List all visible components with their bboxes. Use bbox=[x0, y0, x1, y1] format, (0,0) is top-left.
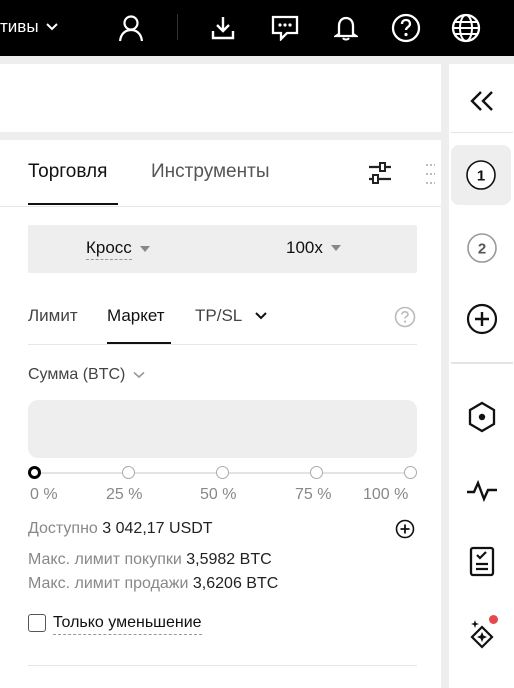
step-1-label: 1 bbox=[477, 168, 485, 185]
rail-hexagon-button[interactable] bbox=[451, 393, 513, 441]
bell-icon[interactable] bbox=[329, 11, 363, 45]
slider-handle[interactable] bbox=[28, 466, 41, 479]
available-value: 3 042,17 USDT bbox=[102, 520, 213, 537]
max-buy-value: 3,5982 BTC bbox=[186, 551, 272, 568]
margin-mode-label: Кросс bbox=[86, 238, 132, 260]
slider-label-100: 100 % bbox=[363, 486, 409, 503]
nav-derivatives-menu[interactable]: тивы bbox=[0, 17, 59, 37]
amount-input[interactable] bbox=[28, 400, 417, 458]
double-chevron-left-icon bbox=[470, 91, 493, 111]
slider-step-50[interactable] bbox=[216, 466, 229, 479]
chevron-down-icon bbox=[133, 371, 145, 379]
nav-derivatives-label: тивы bbox=[0, 17, 39, 36]
amount-unit-select[interactable]: Сумма (BTC) bbox=[28, 366, 145, 384]
step-1-icon: 1 bbox=[466, 160, 496, 190]
user-icon[interactable] bbox=[114, 11, 148, 45]
slider-step-25[interactable] bbox=[122, 466, 135, 479]
slider-label-25: 25 % bbox=[106, 486, 143, 503]
tab-trading[interactable]: Торговля bbox=[28, 161, 107, 183]
max-sell: Макс. лимит продажи 3,6206 BTC bbox=[28, 575, 278, 593]
chevron-down-icon bbox=[45, 23, 58, 31]
hexagon-icon bbox=[468, 401, 496, 433]
rail-rewards-button[interactable] bbox=[451, 610, 513, 658]
plus-circle-icon bbox=[466, 303, 498, 335]
max-buy-label: Макс. лимит покупки bbox=[28, 551, 182, 568]
leverage-label: 100x bbox=[286, 238, 323, 257]
caret-down-icon bbox=[330, 245, 341, 251]
reduce-only-label[interactable]: Только уменьшение bbox=[53, 614, 202, 635]
slider-step-75[interactable] bbox=[310, 466, 323, 479]
clipboard-icon bbox=[469, 546, 495, 577]
add-funds-icon[interactable] bbox=[395, 519, 415, 539]
chat-icon[interactable] bbox=[268, 11, 302, 45]
active-tab-indicator bbox=[28, 203, 118, 205]
margin-mode-select[interactable]: Кросс bbox=[86, 238, 150, 260]
slider-label-0: 0 % bbox=[30, 486, 58, 503]
max-buy: Макс. лимит покупки 3,5982 BTC bbox=[28, 551, 272, 569]
rail-clipboard-button[interactable] bbox=[451, 537, 513, 585]
topbar-divider bbox=[177, 14, 178, 40]
caret-down-icon bbox=[139, 246, 150, 252]
reduce-only-checkbox[interactable] bbox=[28, 614, 46, 632]
order-type-tpsl-label: TP/SL bbox=[195, 306, 243, 325]
available-label: Доступно bbox=[28, 520, 98, 537]
slider-label-75: 75 % bbox=[295, 486, 332, 503]
order-type-divider bbox=[28, 344, 417, 345]
add-step-button[interactable] bbox=[451, 294, 513, 344]
activity-icon bbox=[467, 479, 497, 503]
help-circle-icon[interactable] bbox=[394, 306, 416, 328]
chevron-down-icon bbox=[255, 312, 267, 320]
step-2-label: 2 bbox=[478, 241, 486, 258]
tab-tools[interactable]: Инструменты bbox=[151, 161, 269, 183]
rail-separator bbox=[441, 56, 449, 688]
step-2-icon: 2 bbox=[467, 233, 497, 263]
tabs-divider bbox=[0, 206, 441, 207]
rail-step-1[interactable]: 1 bbox=[451, 145, 511, 205]
rail-activity-button[interactable] bbox=[451, 467, 513, 515]
notification-dot bbox=[489, 615, 498, 624]
margin-leverage-bar: Кросс 100x bbox=[28, 225, 417, 273]
collapse-panel-button[interactable] bbox=[451, 78, 513, 124]
amount-label: Сумма (BTC) bbox=[28, 366, 126, 383]
max-sell-value: 3,6206 BTC bbox=[192, 575, 279, 592]
available-balance: Доступно 3 042,17 USDT bbox=[28, 520, 213, 538]
bottom-divider bbox=[28, 665, 417, 666]
order-type-limit[interactable]: Лимит bbox=[28, 306, 78, 326]
slider-step-100[interactable] bbox=[404, 466, 417, 479]
header-gap bbox=[0, 56, 514, 64]
leverage-select[interactable]: 100x bbox=[286, 238, 341, 258]
top-bar: тивы bbox=[0, 0, 514, 56]
help-icon[interactable] bbox=[389, 11, 423, 45]
slider-label-50: 50 % bbox=[200, 486, 237, 503]
rail-divider bbox=[451, 132, 513, 133]
order-type-market[interactable]: Маркет bbox=[107, 306, 165, 326]
settings-sliders-icon[interactable] bbox=[366, 160, 394, 188]
globe-icon[interactable] bbox=[449, 11, 483, 45]
max-sell-label: Макс. лимит продажи bbox=[28, 575, 189, 592]
panel-separator bbox=[0, 132, 441, 140]
rail-step-2[interactable]: 2 bbox=[451, 218, 513, 278]
download-icon[interactable] bbox=[206, 11, 240, 45]
order-type-tpsl[interactable]: TP/SL bbox=[195, 306, 268, 326]
rail-divider-2 bbox=[451, 362, 513, 364]
more-icon[interactable] bbox=[423, 160, 439, 188]
